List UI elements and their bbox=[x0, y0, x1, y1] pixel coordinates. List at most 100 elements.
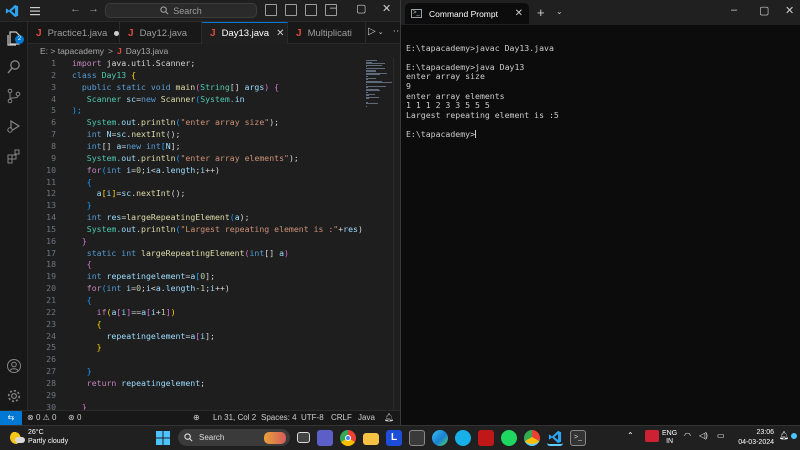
code-editor[interactable]: 1 import java.util.Scanner; 2 class Day13 {… bbox=[28, 58, 363, 410]
file-explorer-icon[interactable] bbox=[363, 432, 379, 445]
system-clock[interactable]: 23:06 04-03-2024 bbox=[732, 428, 774, 447]
code-line[interactable]: 13 } bbox=[28, 200, 363, 212]
encoding-status[interactable]: UTF-8 bbox=[301, 413, 324, 422]
settings-gear-icon[interactable] bbox=[6, 388, 22, 404]
code-line[interactable]: 4 Scanner sc=new Scanner(System.in bbox=[28, 94, 363, 106]
chrome-icon[interactable] bbox=[340, 429, 356, 446]
code-line[interactable]: 19 int repeatingelement=a[0]; bbox=[28, 271, 363, 283]
toggle-secondary-sidebar-icon[interactable] bbox=[305, 4, 317, 16]
store-icon[interactable] bbox=[409, 429, 425, 446]
unsaved-dot-icon[interactable] bbox=[114, 30, 119, 36]
code-line[interactable]: 15 System.out.println("Largest repeating… bbox=[28, 224, 363, 236]
run-icon[interactable]: ▷ bbox=[368, 26, 376, 37]
tab-multiplication[interactable]: J Multiplicati bbox=[288, 22, 366, 44]
vscode-taskbar-icon[interactable] bbox=[547, 429, 563, 446]
cursor-position[interactable]: Ln 31, Col 2 bbox=[213, 413, 256, 422]
windows-start-icon[interactable] bbox=[155, 430, 171, 446]
code-line[interactable]: 22 if(a[i]==a[i+1]) bbox=[28, 307, 363, 319]
maximize-icon[interactable]: ▢ bbox=[356, 2, 366, 15]
code-line[interactable]: 20 for(int i=0;i<a.length-1;i++) bbox=[28, 283, 363, 295]
tab-day12[interactable]: J Day12.java bbox=[120, 22, 202, 44]
code-line[interactable]: 8 int[] a=new int[N]; bbox=[28, 141, 363, 153]
ports-status[interactable]: ⊛ 0 bbox=[68, 413, 81, 422]
battery-icon[interactable]: ▭ bbox=[717, 431, 725, 440]
code-line[interactable]: 6 System.out.println("enter array size")… bbox=[28, 117, 363, 129]
notifications-bell-icon[interactable]: 🔔︎ bbox=[384, 413, 394, 422]
close-tab-icon[interactable]: ✕ bbox=[515, 8, 523, 19]
code-line[interactable]: 1 import java.util.Scanner; bbox=[28, 58, 363, 70]
close-icon[interactable]: ✕ bbox=[382, 2, 391, 15]
run-dropdown-icon[interactable]: ⌄ bbox=[378, 28, 384, 37]
code-line[interactable]: 28 return repeatingelement; bbox=[28, 378, 363, 390]
back-arrow-icon[interactable]: ← bbox=[70, 3, 81, 15]
code-line[interactable]: 7 int N=sc.nextInt(); bbox=[28, 129, 363, 141]
tray-overflow-icon[interactable]: ⌃ bbox=[627, 431, 634, 440]
toggle-sidebar-icon[interactable] bbox=[265, 4, 277, 16]
terminal-tab[interactable]: >_ Command Prompt ✕ bbox=[405, 3, 529, 24]
problems-status[interactable]: ⊗ 0 ⚠ 0 bbox=[27, 413, 56, 422]
command-center-search[interactable]: Search bbox=[105, 3, 257, 18]
close-icon[interactable]: ✕ bbox=[785, 4, 794, 17]
edge-icon[interactable] bbox=[432, 429, 448, 446]
code-line[interactable]: 30 } bbox=[28, 402, 363, 410]
minimap[interactable] bbox=[363, 58, 393, 410]
close-tab-icon[interactable]: ✕ bbox=[276, 28, 284, 39]
minimize-icon[interactable]: – bbox=[731, 4, 737, 16]
code-line[interactable]: 26 bbox=[28, 354, 363, 366]
code-line[interactable]: 17 static int largeRepeatingElement(int[… bbox=[28, 248, 363, 260]
chrome-icon[interactable] bbox=[524, 429, 540, 446]
code-line[interactable]: 14 int res=largeRepeatingElement(a); bbox=[28, 212, 363, 224]
wifi-icon[interactable]: ◠ bbox=[684, 431, 691, 440]
source-control-icon[interactable] bbox=[6, 88, 22, 104]
new-tab-icon[interactable]: + bbox=[537, 5, 545, 20]
code-line[interactable]: 25 } bbox=[28, 342, 363, 354]
code-line[interactable]: 21 { bbox=[28, 295, 363, 307]
search-icon[interactable] bbox=[6, 59, 22, 75]
code-line[interactable]: 18 { bbox=[28, 259, 363, 271]
mcafee-tray-icon[interactable] bbox=[645, 430, 659, 442]
code-line[interactable]: 2 class Day13 { bbox=[28, 70, 363, 82]
app-l-icon[interactable]: L bbox=[386, 429, 402, 446]
terminal-output[interactable]: E:\tapacademy>javac Day13.java E:\tapacad… bbox=[406, 34, 796, 140]
spotify-icon[interactable] bbox=[501, 429, 517, 446]
volume-icon[interactable]: ◁) bbox=[699, 431, 708, 440]
forward-arrow-icon[interactable]: → bbox=[88, 3, 99, 15]
code-line[interactable]: 16 } bbox=[28, 236, 363, 248]
zoom-icon[interactable]: ⊕ bbox=[193, 413, 200, 422]
language-indicator[interactable]: ENG IN bbox=[662, 430, 677, 446]
remote-indicator-icon[interactable]: ⇆ bbox=[0, 411, 22, 425]
maximize-icon[interactable]: ▢ bbox=[759, 4, 769, 17]
taskbar-search[interactable]: Search bbox=[178, 429, 290, 446]
code-line[interactable]: 27 } bbox=[28, 366, 363, 378]
run-debug-icon[interactable] bbox=[6, 118, 22, 134]
breadcrumb-file[interactable]: Day13.java bbox=[126, 46, 169, 56]
editor-scrollbar[interactable] bbox=[393, 58, 400, 410]
tab-practice1[interactable]: J Practice1.java bbox=[28, 22, 120, 44]
code-line[interactable]: 10 for(int i=0;i<a.length;i++) bbox=[28, 165, 363, 177]
breadcrumb-folder[interactable]: E: > tapacademy bbox=[40, 46, 104, 56]
indentation-status[interactable]: Spaces: 4 bbox=[261, 413, 297, 422]
code-line[interactable]: 3 public static void main(String[] args)… bbox=[28, 82, 363, 94]
hamburger-menu-icon[interactable] bbox=[28, 4, 42, 18]
tab-dropdown-icon[interactable]: ⌄ bbox=[556, 7, 563, 16]
code-line[interactable]: 24 repeatingelement=a[i]; bbox=[28, 331, 363, 343]
code-line[interactable]: 5); bbox=[28, 105, 363, 117]
code-line[interactable]: 29 bbox=[28, 390, 363, 402]
task-view-icon[interactable] bbox=[297, 432, 310, 443]
alexa-icon[interactable] bbox=[455, 429, 471, 446]
mcafee-icon[interactable] bbox=[478, 429, 494, 446]
eol-status[interactable]: CRLF bbox=[331, 413, 352, 422]
minimize-icon[interactable]: – bbox=[330, 2, 336, 14]
code-line[interactable]: 11 { bbox=[28, 177, 363, 189]
code-line[interactable]: 9 System.out.println("enter array elemen… bbox=[28, 153, 363, 165]
extensions-icon[interactable] bbox=[6, 148, 22, 164]
code-line[interactable]: 23 { bbox=[28, 319, 363, 331]
teams-icon[interactable] bbox=[317, 429, 333, 446]
notifications-bell-icon[interactable]: 🔔︎ bbox=[779, 431, 789, 440]
terminal-taskbar-icon[interactable]: >_ bbox=[570, 429, 586, 446]
language-mode[interactable]: Java bbox=[358, 413, 375, 422]
code-line[interactable]: 12 a[i]=sc.nextInt(); bbox=[28, 188, 363, 200]
toggle-panel-icon[interactable] bbox=[285, 4, 297, 16]
account-icon[interactable] bbox=[6, 358, 22, 374]
weather-widget[interactable]: 26°C Partly cloudy bbox=[10, 429, 68, 446]
